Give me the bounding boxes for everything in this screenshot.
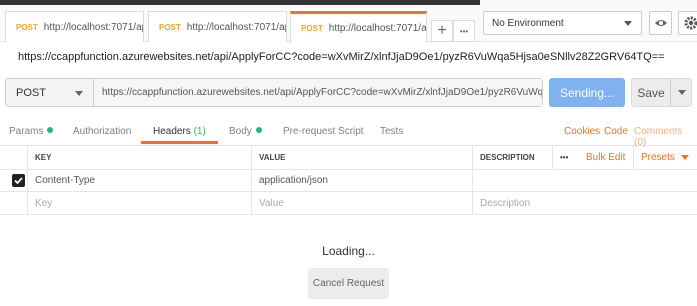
tab-authorization[interactable]: Authorization [73,126,131,137]
environment-settings-button[interactable] [678,11,697,35]
tab-prerequest-script[interactable]: Pre-request Script [283,126,364,137]
request-bar: POST https://ccappfunction.azurewebsites… [5,78,543,107]
send-button[interactable]: Sending... [549,78,625,107]
method-label: POST [16,86,46,99]
chevron-down-icon[interactable] [678,90,686,95]
gear-icon [684,16,697,30]
new-description-input[interactable]: Description [472,192,697,214]
request-tab-bar: POST http://localhost:7071/ap POST http:… [0,0,697,43]
comments-link[interactable]: Comments (0) [634,126,697,148]
tab-body[interactable]: Body [229,126,262,137]
table-row-empty: Key Value Description [0,192,697,215]
table-header-row: KEY VALUE DESCRIPTION ••• Bulk Edit Pres… [0,146,697,170]
request-tab-1[interactable]: POST http://localhost:7071/ap [5,11,144,42]
save-button[interactable]: Save [631,78,692,107]
environment-label: No Environment [492,17,564,29]
tab-method: POST [159,22,181,32]
column-description: DESCRIPTION [472,146,552,169]
header-key-cell[interactable]: Content-Type [27,170,251,191]
tab-headers[interactable]: Headers (1) [153,126,206,137]
chevron-down-icon [75,91,83,96]
plus-icon: + [437,22,447,39]
tab-params-label: Params [9,126,44,137]
checkmark-icon [14,177,23,185]
new-tab-button[interactable]: + [431,20,453,42]
code-link[interactable]: Code [604,126,628,137]
eye-icon [654,20,667,26]
cancel-request-button[interactable]: Cancel Request [308,268,389,299]
presets-label: Presets [641,152,675,163]
more-icon: ••• [459,26,469,36]
chevron-down-icon [624,21,632,26]
tab-options-button[interactable]: ••• [453,20,475,42]
environment-select[interactable]: No Environment [483,11,642,35]
tab-method: POST [16,22,38,32]
top-border [0,0,480,5]
save-divider [670,79,671,106]
environment-quick-look-button[interactable] [649,11,672,35]
new-value-input[interactable]: Value [251,192,472,214]
tab-params[interactable]: Params [9,126,54,137]
table-row: Content-Type application/json [0,170,697,192]
request-tab-3[interactable]: POST http://localhost:7071/ap [290,11,427,43]
status-dot-icon [47,127,54,133]
request-tab-2[interactable]: POST http://localhost:7071/ap [148,11,287,42]
bulk-edit-link[interactable]: Bulk Edit [579,146,633,169]
caret-down-icon [680,155,689,160]
header-description-cell[interactable] [472,170,697,191]
tab-headers-label: Headers [153,126,191,137]
status-dot-icon [255,127,262,133]
method-select[interactable]: POST [6,79,94,106]
headers-count-badge: (1) [193,126,206,137]
presets-dropdown[interactable]: Presets [633,146,697,169]
tab-url: http://localhost:7071/ap [186,21,287,33]
header-value-cell[interactable]: application/json [251,170,472,191]
active-tab-indicator [141,141,218,144]
request-name: https://ccappfunction.azurewebsites.net/… [18,51,665,63]
tab-url: http://localhost:7071/ap [43,21,144,33]
loading-text: Loading... [322,244,375,258]
enable-header-checkbox[interactable] [12,174,25,187]
column-value: VALUE [251,146,472,169]
tab-url: http://localhost:7071/ap [328,23,427,34]
tab-method: POST [301,24,323,33]
table-options-button[interactable]: ••• [552,146,579,169]
save-label: Save [637,85,665,100]
cookies-link[interactable]: Cookies [564,126,600,137]
tab-tests[interactable]: Tests [380,126,403,137]
column-key: KEY [27,146,251,169]
tab-body-label: Body [229,126,252,137]
url-input[interactable]: https://ccappfunction.azurewebsites.net/… [94,79,542,106]
new-key-input[interactable]: Key [27,192,251,214]
